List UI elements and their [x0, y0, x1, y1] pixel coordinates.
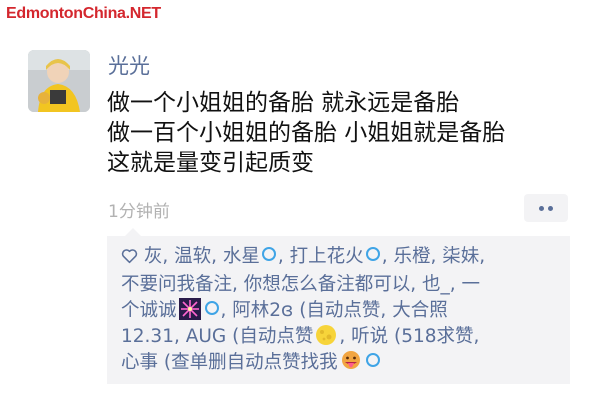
liker-names[interactable]: 12.31, AUG (自动点赞	[121, 326, 313, 347]
avatar[interactable]	[28, 50, 90, 112]
likes-line: 心事 (查单删自动点赞找我	[121, 350, 567, 376]
liker-names[interactable]: 不要问我备注, 你想怎么备注都可以, 也_, 一	[121, 274, 480, 295]
likes-line: 12.31, AUG (自动点赞 , 听说 (518求赞,	[121, 324, 567, 350]
likes-list: 灰, 温软, 水星 , 打上花火 , 乐橙, 柒妹, 不要问我备注, 你想怎么备注都…	[121, 244, 567, 376]
ring-icon	[261, 247, 276, 261]
post-timestamp: 1分钟前	[108, 202, 170, 222]
liker-names[interactable]: , 听说 (518求赞,	[339, 326, 479, 347]
likes-panel: 灰, 温软, 水星 , 打上花火 , 乐橙, 柒妹, 不要问我备注, 你想怎么备注都…	[107, 228, 570, 384]
liker-names[interactable]: 灰, 温软, 水星	[144, 246, 260, 267]
fireworks-icon	[178, 298, 201, 320]
username[interactable]: 光光	[108, 50, 150, 80]
post-line: 做一百个小姐姐的备胎 小姐姐就是备胎	[107, 120, 506, 146]
more-dot	[539, 205, 544, 211]
liker-names[interactable]: 心事 (查单删自动点赞找我	[121, 352, 338, 373]
full-moon-icon	[315, 324, 337, 346]
post-body: 做一个小姐姐的备胎 就永远是备胎 做一百个小姐姐的备胎 小姐姐就是备胎 这就是量…	[107, 88, 587, 178]
watermark: EdmontonChina.NET	[6, 5, 161, 22]
liker-names[interactable]: , 阿林2ɞ (自动点赞, 大合照	[221, 300, 448, 321]
post-line: 这就是量变引起质变	[107, 150, 314, 176]
more-options-button[interactable]	[524, 194, 568, 222]
liker-names[interactable]: 个诚诚	[121, 300, 177, 321]
tongue-face-icon	[340, 350, 362, 372]
liker-names[interactable]: , 乐橙, 柒妹,	[382, 246, 485, 267]
ring-icon	[204, 301, 219, 315]
likes-line: 不要问我备注, 你想怎么备注都可以, 也_, 一	[121, 272, 567, 298]
likes-line: 个诚诚 , 阿林2ɞ (自动点赞, 大合照	[121, 298, 567, 324]
post-line: 做一个小姐姐的备胎 就永远是备胎	[107, 90, 460, 116]
liker-names[interactable]: , 打上花火	[278, 246, 364, 267]
more-dot	[548, 205, 553, 211]
ring-icon	[365, 247, 380, 261]
likes-line: 灰, 温软, 水星 , 打上花火 , 乐橙, 柒妹,	[121, 244, 567, 272]
heart-outline-icon	[121, 246, 138, 272]
avatar-photo	[28, 50, 90, 112]
ring-icon	[365, 353, 380, 367]
